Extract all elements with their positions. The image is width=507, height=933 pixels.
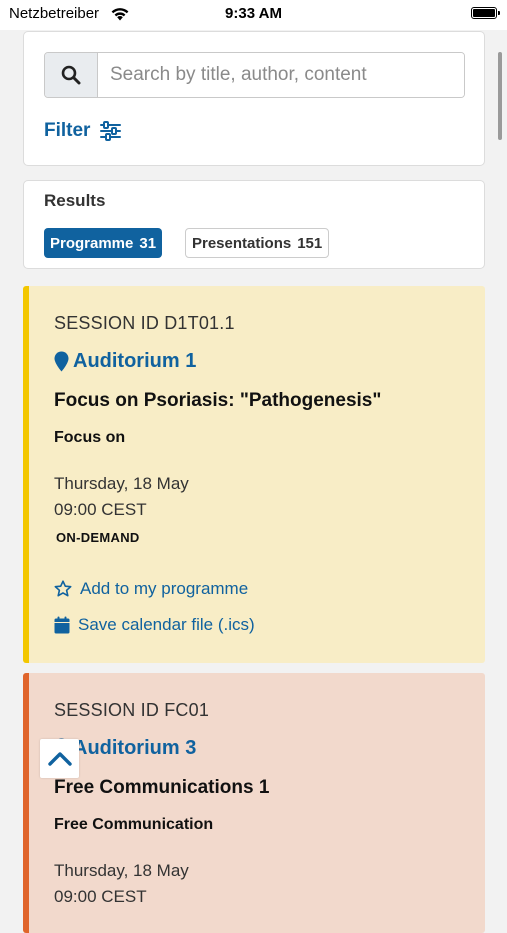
- session-title[interactable]: Free Communications 1: [54, 777, 269, 799]
- calendar-icon: [54, 616, 70, 634]
- session-card[interactable]: SESSION ID D1T01.1 Auditorium 1 Focus on…: [23, 286, 485, 663]
- session-time: 09:00 CEST: [54, 887, 147, 906]
- star-outline-icon: [54, 580, 72, 597]
- add-to-programme-link[interactable]: Add to my programme: [54, 579, 248, 599]
- search-panel: Filter: [23, 31, 485, 166]
- tab-presentations-count: 151: [297, 234, 323, 252]
- add-to-programme-label: Add to my programme: [80, 579, 249, 598]
- tab-presentations[interactable]: Presentations 151: [185, 228, 330, 258]
- status-bar: Netzbetreiber 9:33 AM: [0, 0, 507, 30]
- battery-icon: [471, 7, 500, 19]
- filter-button[interactable]: Filter: [44, 120, 122, 142]
- search-button[interactable]: [45, 53, 98, 97]
- results-heading: Results: [44, 191, 106, 210]
- search-input[interactable]: [98, 53, 464, 97]
- scroll-to-top-button[interactable]: [40, 739, 79, 778]
- scrollbar[interactable]: [498, 52, 502, 140]
- sliders-icon: [100, 121, 122, 141]
- session-type: Focus on: [54, 429, 126, 446]
- session-room[interactable]: Auditorium 1: [54, 350, 196, 373]
- map-pin-icon: [54, 351, 69, 372]
- search-box: [44, 52, 465, 98]
- chevron-up-icon: [47, 751, 72, 766]
- session-room-label: Auditorium 1: [73, 350, 197, 372]
- results-panel: Results Programme 31 Presentations 151: [23, 180, 485, 269]
- session-id: SESSION ID FC01: [54, 700, 210, 720]
- filter-label: Filter: [44, 120, 91, 141]
- status-time: 9:33 AM: [225, 5, 282, 22]
- save-calendar-link[interactable]: Save calendar file (.ics): [54, 615, 255, 635]
- tab-programme-count: 31: [139, 234, 157, 252]
- session-date: Thursday, 18 May: [54, 861, 189, 880]
- search-icon: [61, 65, 81, 85]
- session-badge: ON-DEMAND: [56, 530, 140, 545]
- session-id: SESSION ID D1T01.1: [54, 313, 235, 333]
- session-type: Free Communication: [54, 816, 214, 833]
- session-date: Thursday, 18 May: [54, 474, 189, 493]
- session-card[interactable]: SESSION ID FC01 Auditorium 3 Free Commun…: [23, 673, 485, 933]
- tab-presentations-label: Presentations: [192, 234, 292, 252]
- save-calendar-label: Save calendar file (.ics): [78, 615, 255, 634]
- tab-programme-label: Programme: [50, 234, 134, 252]
- session-title[interactable]: Focus on Psoriasis: "Pathogenesis": [54, 390, 381, 412]
- session-room-label: Auditorium 3: [73, 737, 197, 759]
- session-time: 09:00 CEST: [54, 500, 147, 519]
- tab-programme[interactable]: Programme 31: [44, 228, 163, 258]
